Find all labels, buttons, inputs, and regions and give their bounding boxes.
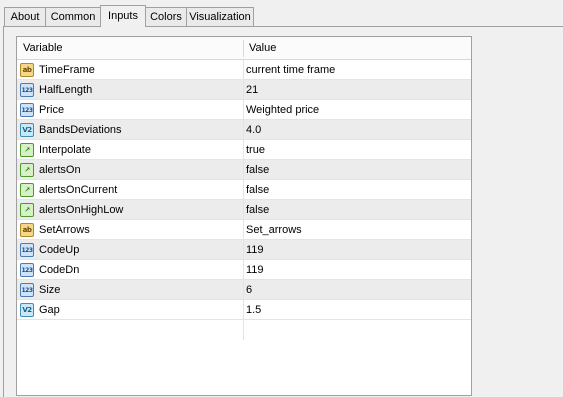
variable-name: CodeDn [39, 264, 80, 276]
variable-value[interactable]: current time frame [246, 60, 335, 80]
boolean-type-icon: ↗ [20, 163, 34, 177]
tab-inputs[interactable]: Inputs [100, 5, 146, 27]
double-type-icon: V2 [20, 303, 34, 317]
boolean-type-icon: ↗ [20, 143, 34, 157]
table-row[interactable]: V2 Gap 1.5 [17, 300, 471, 320]
variable-name: alertsOnCurrent [39, 184, 118, 196]
table-row[interactable]: 123 CodeDn 119 [17, 260, 471, 280]
variable-value[interactable]: 119 [246, 240, 264, 260]
variable-name: Price [39, 104, 65, 116]
column-header-value[interactable]: Value [249, 37, 276, 59]
table-row[interactable]: 123 HalfLength 21 [17, 80, 471, 100]
column-divider-line [243, 60, 244, 340]
tab-about[interactable]: About [4, 7, 46, 26]
string-type-icon: ab [20, 63, 34, 77]
table-row[interactable]: ↗ alertsOnCurrent false [17, 180, 471, 200]
table-row[interactable]: 123 Size 6 [17, 280, 471, 300]
double-type-icon: V2 [20, 123, 34, 137]
table-row[interactable]: 123 CodeUp 119 [17, 240, 471, 260]
inputs-grid: Variable Value ab TimeFrame current time f… [16, 36, 472, 396]
column-divider[interactable] [243, 40, 244, 57]
variable-value[interactable]: Weighted price [246, 100, 319, 120]
integer-type-icon: 123 [20, 103, 34, 117]
variable-name: SetArrows [39, 224, 90, 236]
boolean-type-icon: ↗ [20, 183, 34, 197]
integer-type-icon: 123 [20, 243, 34, 257]
table-row[interactable]: ab SetArrows Set_arrows [17, 220, 471, 240]
table-row[interactable]: ↗ alertsOnHighLow false [17, 200, 471, 220]
table-row[interactable]: ab TimeFrame current time frame [17, 60, 471, 80]
variable-value[interactable]: true [246, 140, 265, 160]
variable-value[interactable]: false [246, 200, 269, 220]
variable-value[interactable]: 1.5 [246, 300, 261, 320]
table-row[interactable]: V2 BandsDeviations 4.0 [17, 120, 471, 140]
tab-common[interactable]: Common [45, 7, 101, 26]
integer-type-icon: 123 [20, 283, 34, 297]
variable-value[interactable]: Set_arrows [246, 220, 302, 240]
variable-value[interactable]: 119 [246, 260, 264, 280]
variable-value[interactable]: false [246, 180, 269, 200]
variable-name: CodeUp [39, 244, 80, 256]
variable-value[interactable]: 6 [246, 280, 252, 300]
boolean-type-icon: ↗ [20, 203, 34, 217]
variable-value[interactable]: 4.0 [246, 120, 261, 140]
variable-name: Interpolate [39, 144, 91, 156]
integer-type-icon: 123 [20, 263, 34, 277]
tab-colors[interactable]: Colors [145, 7, 187, 26]
variable-name: TimeFrame [39, 64, 95, 76]
variable-value[interactable]: 21 [246, 80, 258, 100]
variable-name: Gap [39, 304, 60, 316]
table-row[interactable]: 123 Price Weighted price [17, 100, 471, 120]
column-header-variable[interactable]: Variable [23, 37, 63, 59]
table-row[interactable]: ↗ alertsOn false [17, 160, 471, 180]
tab-visualization[interactable]: Visualization [186, 7, 254, 26]
variable-value[interactable]: false [246, 160, 269, 180]
integer-type-icon: 123 [20, 83, 34, 97]
variable-name: alertsOn [39, 164, 81, 176]
table-row[interactable]: ↗ Interpolate true [17, 140, 471, 160]
string-type-icon: ab [20, 223, 34, 237]
variable-name: Size [39, 284, 61, 296]
variable-name: BandsDeviations [39, 124, 122, 136]
variable-name: HalfLength [39, 84, 93, 96]
variable-name: alertsOnHighLow [39, 204, 124, 216]
grid-header: Variable Value [17, 37, 471, 60]
